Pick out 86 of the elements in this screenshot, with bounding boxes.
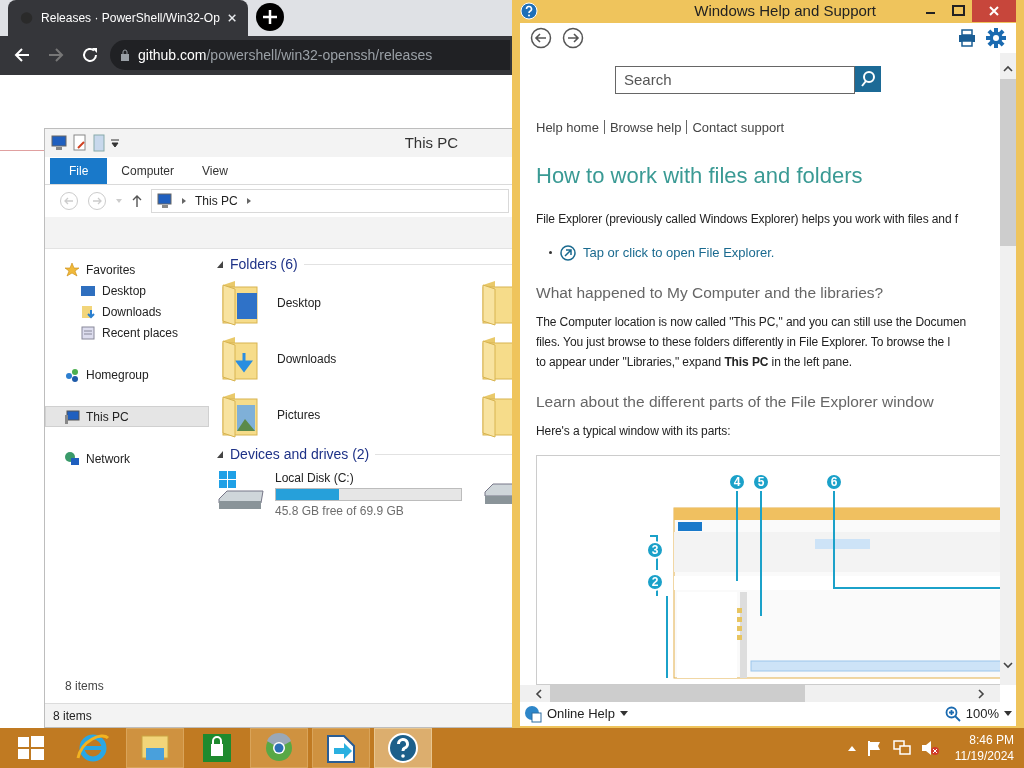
online-help-button[interactable]: Online Help — [524, 704, 628, 724]
ribbon-tab[interactable]: View — [188, 158, 242, 184]
up-icon[interactable] — [131, 194, 143, 208]
section-heading: What happened to My Computer and the libraries? — [536, 282, 885, 303]
breadcrumb-item[interactable]: This PC — [195, 192, 238, 210]
tab-title: Releases · PowerShell/Win32-Op — [41, 10, 220, 27]
scrollbar-thumb[interactable] — [550, 685, 805, 702]
nav-item[interactable]: This PC — [45, 406, 209, 427]
network-icon[interactable] — [892, 740, 911, 756]
nav-item[interactable]: Homegroup — [45, 364, 209, 385]
nav-link[interactable]: Help home — [536, 117, 599, 137]
new-tab-button[interactable] — [256, 3, 284, 31]
callout-badge: 3 — [646, 541, 664, 559]
nav-item[interactable]: Recent places — [45, 322, 209, 343]
nav-link[interactable]: Contact support — [692, 117, 785, 137]
ribbon-tab[interactable]: File — [50, 158, 108, 184]
paragraph: The Computer location is now called "This PC," and you can still use the Documen files. You just browse to these folders differently in File Explorer. To browse the l to appear under "Libraries," expand This PC in the left pane. — [536, 313, 967, 371]
back-button[interactable] — [530, 26, 552, 49]
callout-badge: 5 — [752, 473, 770, 491]
taskbar-button[interactable] — [250, 728, 308, 768]
section-heading: Devices and drives (2) — [230, 444, 370, 464]
drive-item[interactable]: Local Disk (C:) 45.8 GB free of 69.9 GB — [217, 466, 462, 520]
taskbar-button[interactable] — [374, 728, 432, 768]
caret-icon — [1004, 711, 1012, 717]
search-field[interactable]: Search — [615, 65, 855, 94]
section-heading: Folders (6) — [230, 254, 298, 274]
folder-item[interactable]: Desktop — [217, 279, 322, 327]
reload-icon[interactable] — [80, 45, 100, 65]
computer-icon — [64, 408, 80, 425]
settings-icon[interactable] — [986, 27, 1006, 48]
scroll-right-icon[interactable] — [976, 687, 986, 700]
star-icon — [64, 261, 80, 278]
close-button[interactable] — [972, 0, 1016, 22]
forward-button[interactable] — [562, 26, 584, 49]
chevron-icon — [181, 197, 187, 205]
collapse-icon[interactable] — [217, 260, 224, 268]
window-title: Windows Help and Support — [694, 1, 876, 21]
browser-tab[interactable]: Releases · PowerShell/Win32-Op — [8, 0, 248, 36]
item-count: 8 items — [65, 678, 104, 695]
callout-badge: 6 — [825, 473, 843, 491]
document-icon — [80, 324, 96, 341]
callout-badge: 2 — [646, 573, 664, 591]
close-icon[interactable] — [227, 13, 236, 23]
properties-icon[interactable] — [72, 134, 88, 152]
lock-icon — [120, 49, 130, 61]
flag-icon[interactable] — [866, 740, 883, 756]
ribbon-tab[interactable]: Computer — [107, 158, 189, 184]
people-icon — [64, 366, 80, 383]
chevron-icon[interactable] — [245, 197, 252, 205]
section-heading: Learn about the different parts of the File Explorer window — [536, 391, 935, 412]
volume-muted-icon[interactable] — [920, 740, 939, 756]
url-text: github.com/powershell/win32-openssh/releases — [138, 45, 433, 65]
folder-item[interactable]: Downloads — [217, 335, 337, 383]
scrollbar-thumb[interactable] — [1000, 78, 1016, 246]
nav-item[interactable]: Desktop — [45, 280, 209, 301]
search-button[interactable] — [855, 65, 881, 92]
dropdown-icon[interactable] — [110, 138, 120, 148]
address-bar[interactable]: github.com/powershell/win32-openssh/releases — [110, 40, 510, 70]
page-heading: How to work with files and folders — [536, 162, 864, 190]
address-field[interactable]: This PC — [151, 189, 509, 213]
folder-item[interactable]: Pictures — [217, 391, 321, 439]
window-title: This PC — [404, 132, 458, 153]
paragraph: Here's a typical window with its parts: — [536, 423, 731, 440]
nav-item[interactable]: Network — [45, 448, 209, 469]
open-explorer-link[interactable]: Tap or click to open File Explorer. — [560, 243, 775, 263]
print-icon[interactable] — [958, 28, 976, 47]
help-icon — [520, 2, 538, 21]
tab-underline — [0, 150, 44, 151]
nav-item[interactable]: Downloads — [45, 301, 209, 322]
globe-icon — [64, 450, 80, 467]
callout-badge: 4 — [728, 473, 746, 491]
download-folder-icon — [80, 303, 96, 320]
caret-icon — [619, 711, 628, 717]
globe-icon — [524, 705, 542, 723]
computer-icon — [155, 193, 173, 209]
taskbar-button[interactable] — [312, 728, 370, 768]
computer-icon[interactable] — [50, 135, 68, 151]
nav-item[interactable]: Favorites — [45, 259, 209, 280]
intro-text: File Explorer (previously called Windows Explorer) helps you work with files and f — [536, 211, 958, 228]
scroll-down-icon[interactable] — [1002, 659, 1014, 671]
scroll-left-icon[interactable] — [534, 687, 544, 700]
collapse-icon[interactable] — [217, 450, 224, 458]
zoom-icon — [944, 706, 961, 722]
nav-link[interactable]: Browse help — [609, 117, 682, 137]
show-hidden-icons-button[interactable] — [846, 744, 857, 752]
zoom-button[interactable]: 100% — [944, 704, 1012, 724]
